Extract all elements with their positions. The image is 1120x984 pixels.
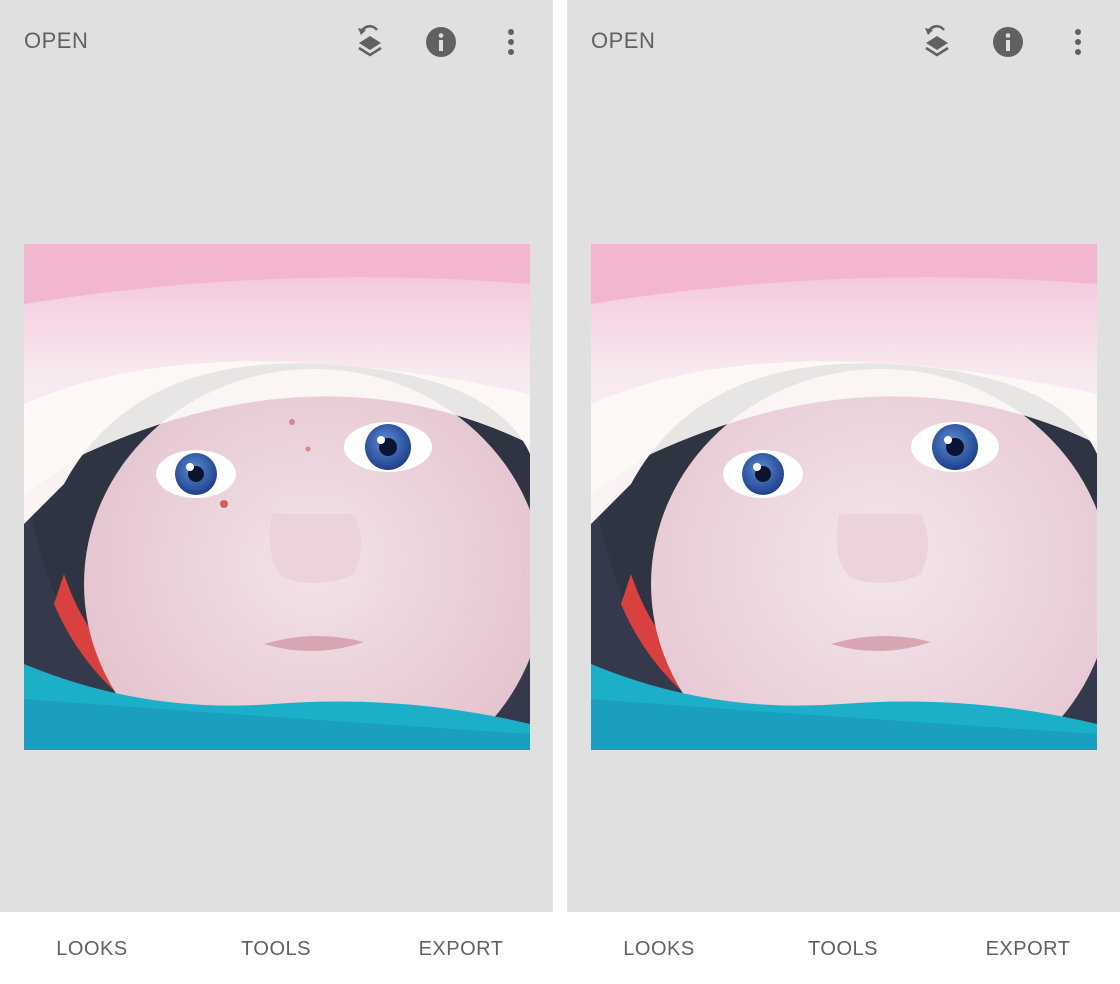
top-bar: OPEN bbox=[567, 0, 1120, 82]
top-bar: OPEN bbox=[0, 0, 553, 82]
export-tab[interactable]: EXPORT bbox=[986, 938, 1071, 961]
photo-preview[interactable] bbox=[24, 244, 530, 750]
stacks-icon[interactable] bbox=[350, 22, 390, 62]
export-tab[interactable]: EXPORT bbox=[419, 938, 504, 961]
open-button[interactable]: OPEN bbox=[24, 28, 88, 54]
info-icon[interactable] bbox=[421, 22, 461, 62]
bottom-bar: LOOKS TOOLS EXPORT bbox=[0, 912, 553, 984]
tools-tab[interactable]: TOOLS bbox=[241, 938, 311, 961]
more-vert-icon[interactable] bbox=[1058, 22, 1098, 62]
photo-preview[interactable] bbox=[591, 244, 1097, 750]
looks-tab[interactable]: LOOKS bbox=[56, 938, 127, 961]
baby-photo-image bbox=[591, 244, 1097, 750]
open-button[interactable]: OPEN bbox=[591, 28, 655, 54]
stacks-icon[interactable] bbox=[917, 22, 957, 62]
more-vert-icon[interactable] bbox=[491, 22, 531, 62]
editor-screen-after: OPEN LOOKS TOOLS EXPORT bbox=[567, 0, 1120, 984]
tools-tab[interactable]: TOOLS bbox=[808, 938, 878, 961]
editor-screen-before: OPEN LOOKS TOOLS EXPORT bbox=[0, 0, 553, 984]
baby-photo-image bbox=[24, 244, 530, 750]
bottom-bar: LOOKS TOOLS EXPORT bbox=[567, 912, 1120, 984]
info-icon[interactable] bbox=[988, 22, 1028, 62]
looks-tab[interactable]: LOOKS bbox=[623, 938, 694, 961]
